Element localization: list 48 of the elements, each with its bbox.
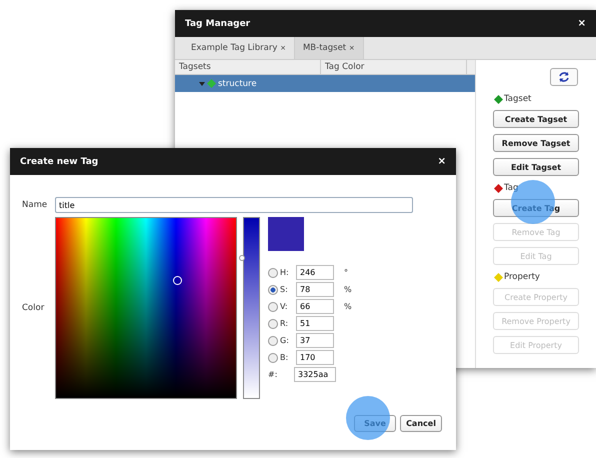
action-button[interactable]: Edit Tagset (493, 158, 579, 176)
value-field[interactable]: 66 (296, 299, 334, 314)
tree-row[interactable]: structure (175, 75, 475, 92)
color-preview (268, 217, 304, 251)
field-label: B: (280, 353, 290, 362)
close-button[interactable]: × (438, 156, 446, 167)
name-field[interactable]: title (55, 197, 413, 213)
field-label: Color (22, 303, 46, 313)
unit-label: % (344, 302, 352, 311)
dialog-button[interactable]: Cancel (400, 415, 442, 432)
expand-icon[interactable] (199, 80, 205, 86)
radio-button[interactable] (268, 318, 278, 328)
field-label: Name (22, 200, 48, 210)
field-label: R: (280, 319, 290, 328)
field-label: V: (280, 302, 289, 311)
color-field[interactable] (55, 217, 237, 399)
unit-label: % (344, 285, 352, 294)
refresh-icon (558, 71, 570, 83)
radio-button[interactable] (268, 352, 278, 362)
value-field[interactable]: 246 (296, 265, 334, 280)
dialog-title: Create new Tag (20, 156, 98, 166)
radio-button[interactable] (268, 336, 278, 346)
action-button[interactable]: Remove Tagset (493, 134, 579, 152)
column-header: Tag Color (321, 60, 467, 74)
radio-button[interactable] (268, 268, 278, 278)
window-title: Tag Manager (185, 18, 250, 28)
field-label: H: (280, 268, 290, 277)
field-label: #: (268, 370, 278, 379)
field-label: S: (280, 285, 289, 294)
refresh-button[interactable] (550, 68, 578, 86)
click-highlight (346, 396, 390, 440)
action-button[interactable]: Create Tagset (493, 110, 579, 128)
value-field[interactable]: 51 (296, 316, 334, 331)
value-field[interactable]: 170 (296, 350, 334, 365)
value-field[interactable]: 37 (296, 333, 334, 348)
section-title: Tag (504, 183, 518, 193)
radio-button[interactable] (268, 284, 278, 294)
section-title: Tagset (504, 94, 532, 104)
close-button[interactable]: × (578, 18, 586, 29)
unit-label: ° (344, 268, 348, 277)
diamond-icon (207, 79, 216, 88)
section-title: Property (504, 272, 540, 282)
radio-button[interactable] (268, 302, 278, 312)
value-field[interactable]: 78 (296, 282, 334, 297)
column-header: Tagsets (175, 60, 321, 74)
field-label: G: (280, 336, 290, 345)
hex-field[interactable]: 3325aa (294, 367, 336, 382)
slider-thumb[interactable] (239, 254, 245, 261)
